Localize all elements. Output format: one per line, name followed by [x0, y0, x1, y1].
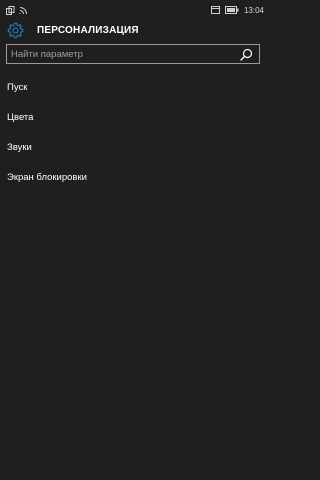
page-title: ПЕРСОНАЛИЗАЦИЯ [37, 25, 139, 36]
clock: 13:04 [243, 5, 264, 15]
menu-item-label: Экран блокировки [7, 172, 87, 183]
window-icon [210, 1, 220, 19]
status-left [6, 2, 28, 20]
status-right: 13:04 [210, 1, 264, 19]
menu-item-colors[interactable]: Цвета [0, 108, 270, 130]
settings-screen: 13:04 ПЕРСОНАЛИЗАЦИЯ Пуск Цвета Звуки Эк… [0, 0, 270, 480]
search-input[interactable] [11, 47, 231, 61]
copy-icon [6, 2, 15, 20]
battery-icon [224, 1, 239, 19]
menu-item-sounds[interactable]: Звуки [0, 138, 270, 160]
search-icon[interactable] [240, 48, 253, 61]
menu-item-label: Пуск [7, 82, 28, 93]
menu-item-label: Звуки [7, 142, 32, 153]
menu-item-label: Цвета [7, 112, 34, 123]
wifi-icon [19, 2, 28, 20]
status-bar: 13:04 [0, 0, 270, 15]
menu-item-start[interactable]: Пуск [0, 78, 270, 100]
gear-icon [7, 22, 24, 39]
search-box[interactable] [6, 44, 260, 64]
page-header: ПЕРСОНАЛИЗАЦИЯ [0, 20, 270, 42]
menu-item-lock-screen[interactable]: Экран блокировки [0, 168, 270, 190]
